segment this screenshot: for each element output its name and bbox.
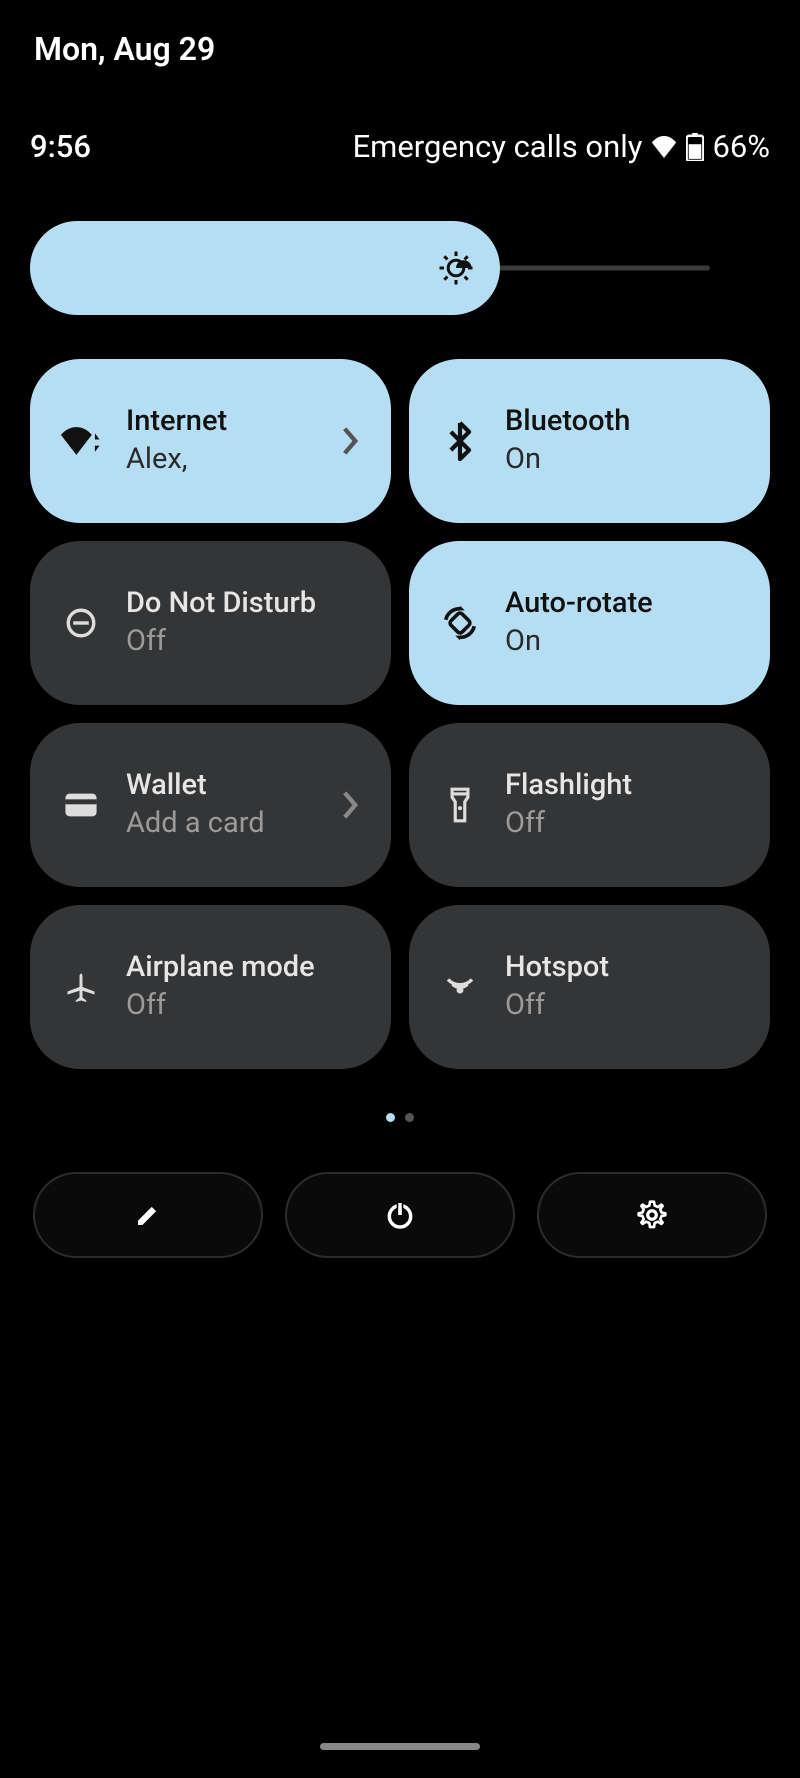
gear-icon (636, 1199, 668, 1231)
tile-subtitle: Alex, (126, 441, 361, 479)
brightness-icon (438, 250, 474, 286)
airplane-icon (58, 969, 104, 1005)
tile-labels: Auto-rotate On (505, 585, 740, 660)
tile-subtitle: Off (126, 623, 361, 661)
tile-wallet[interactable]: Wallet Add a card (30, 723, 391, 887)
flashlight-icon (437, 786, 483, 824)
brightness-fill (30, 221, 500, 315)
status-bar: 9:56 Emergency calls only 66% (30, 128, 770, 165)
power-icon (384, 1199, 416, 1231)
battery-pct-label: 66% (712, 128, 770, 165)
tile-internet[interactable]: Internet Alex, (30, 359, 391, 523)
tile-title: Do Not Disturb (126, 585, 361, 623)
tile-labels: Bluetooth On (505, 403, 740, 478)
tile-title: Hotspot (505, 949, 740, 987)
tile-subtitle: Off (126, 987, 361, 1025)
tile-airplane-mode[interactable]: Airplane mode Off (30, 905, 391, 1069)
tile-bluetooth[interactable]: Bluetooth On (409, 359, 770, 523)
tile-subtitle: On (505, 441, 740, 479)
wifi-icon (58, 424, 104, 458)
wallet-icon (58, 792, 104, 818)
tile-flashlight[interactable]: Flashlight Off (409, 723, 770, 887)
chevron-right-icon[interactable] (341, 427, 359, 455)
tile-hotspot[interactable]: Hotspot Off (409, 905, 770, 1069)
power-button[interactable] (285, 1172, 515, 1258)
wifi-status-icon (650, 136, 678, 158)
navigation-handle[interactable] (320, 1743, 480, 1750)
tile-labels: Wallet Add a card (126, 767, 361, 842)
tile-title: Internet (126, 403, 361, 441)
edit-button[interactable] (33, 1172, 263, 1258)
pencil-icon (133, 1200, 163, 1230)
tile-title: Bluetooth (505, 403, 740, 441)
tile-do-not-disturb[interactable]: Do Not Disturb Off (30, 541, 391, 705)
emergency-calls-label: Emergency calls only (353, 128, 643, 165)
pager-dot-0 (386, 1113, 395, 1122)
time-label: 9:56 (30, 128, 91, 165)
tile-labels: Hotspot Off (505, 949, 740, 1024)
tile-subtitle: On (505, 623, 740, 661)
tile-labels: Airplane mode Off (126, 949, 361, 1024)
tile-auto-rotate[interactable]: Auto-rotate On (409, 541, 770, 705)
hotspot-icon (437, 969, 483, 1005)
tile-subtitle: Add a card (126, 805, 361, 843)
quick-settings-panel: Mon, Aug 29 9:56 Emergency calls only 66… (0, 0, 800, 1778)
auto-rotate-icon (437, 604, 483, 642)
tiles-grid: Internet Alex, Bluetooth On Do Not Distu… (30, 359, 770, 1069)
tile-title: Auto-rotate (505, 585, 740, 623)
tile-title: Airplane mode (126, 949, 361, 987)
tile-labels: Internet Alex, (126, 403, 361, 478)
pager-dot-1 (405, 1113, 414, 1122)
footer-buttons (30, 1172, 770, 1258)
chevron-right-icon[interactable] (341, 791, 359, 819)
tile-subtitle: Off (505, 987, 740, 1025)
page-indicator (30, 1113, 770, 1122)
brightness-slider[interactable] (30, 221, 770, 315)
battery-status-icon (686, 133, 704, 161)
tile-title: Wallet (126, 767, 361, 805)
status-right: Emergency calls only 66% (353, 128, 770, 165)
bluetooth-icon (437, 421, 483, 461)
tile-subtitle: Off (505, 805, 740, 843)
tile-labels: Do Not Disturb Off (126, 585, 361, 660)
tile-labels: Flashlight Off (505, 767, 740, 842)
tile-title: Flashlight (505, 767, 740, 805)
date-label: Mon, Aug 29 (30, 0, 770, 68)
dnd-icon (58, 606, 104, 640)
settings-button[interactable] (537, 1172, 767, 1258)
